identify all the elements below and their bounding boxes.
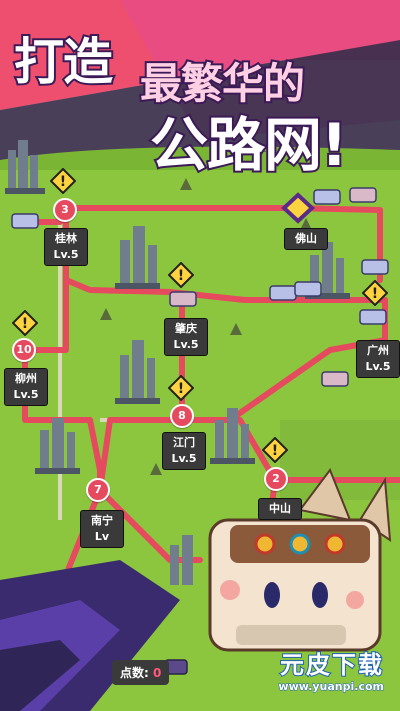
city-level: Lv.5	[173, 338, 199, 351]
city-sign-nanning[interactable]: 南宁 Lv	[80, 510, 124, 548]
banner-text-part3: 公路网!	[148, 109, 349, 181]
city-name: 肇庆	[175, 322, 197, 335]
route-stop[interactable]: 10	[12, 338, 36, 362]
city-name: 江门	[173, 436, 195, 449]
city-level: Lv	[94, 530, 110, 543]
svg-text:!: !	[372, 286, 378, 302]
alert-icon[interactable]: !	[362, 280, 388, 306]
city-sign-guilin[interactable]: 桂林 Lv.5	[44, 228, 88, 266]
city-name: 柳州	[15, 372, 37, 385]
city-name: 桂林	[55, 232, 77, 245]
alert-icon[interactable]: !	[168, 262, 194, 288]
svg-text:!: !	[272, 443, 278, 459]
game-screen: 打造 最繁华的 公路网! ! ! ! ! ! ! 3 10 8 7 2 桂林 L…	[0, 0, 400, 711]
city-sign-liuzhou[interactable]: 柳州 Lv.5	[4, 368, 48, 406]
city-level: Lv.5	[171, 452, 197, 465]
alert-icon[interactable]: !	[262, 437, 288, 463]
city-level: Lv.5	[53, 248, 79, 261]
city-name: 广州	[367, 344, 389, 357]
city-sign-guangzhou[interactable]: 广州 Lv.5	[356, 340, 400, 378]
svg-text:!: !	[178, 268, 184, 284]
city-name: 南宁	[91, 514, 113, 527]
city-level: Lv.5	[365, 360, 391, 373]
svg-text:!: !	[178, 381, 184, 397]
watermark-url: www.yuanpi.com	[278, 680, 385, 694]
alert-icon[interactable]: !	[50, 168, 76, 194]
city-sign-zhaoqing[interactable]: 肇庆 Lv.5	[164, 318, 208, 356]
svg-text:!: !	[22, 316, 28, 332]
score-label: 点数:	[120, 666, 149, 680]
score-value: 0	[153, 666, 162, 680]
city-sign-foshan[interactable]: 佛山	[284, 228, 328, 250]
route-stop[interactable]: 3	[53, 198, 77, 222]
watermark: 元皮下载 www.yuanpi.com	[278, 645, 385, 694]
route-stop[interactable]: 7	[86, 478, 110, 502]
city-name: 中山	[269, 502, 291, 515]
banner-text-part1: 打造	[12, 31, 115, 93]
score-display: 点数: 0	[112, 660, 170, 685]
city-name: 佛山	[295, 232, 317, 245]
watermark-title: 元皮下载	[279, 650, 384, 680]
alert-icon[interactable]: !	[12, 310, 38, 336]
city-sign-zhongshan[interactable]: 中山	[258, 498, 302, 520]
svg-text:!: !	[60, 174, 66, 190]
route-stop[interactable]: 8	[170, 404, 194, 428]
city-sign-jiangmen[interactable]: 江门 Lv.5	[162, 432, 206, 470]
route-stop[interactable]: 2	[264, 467, 288, 491]
city-level: Lv.5	[13, 388, 39, 401]
alert-icon[interactable]: !	[168, 375, 194, 401]
